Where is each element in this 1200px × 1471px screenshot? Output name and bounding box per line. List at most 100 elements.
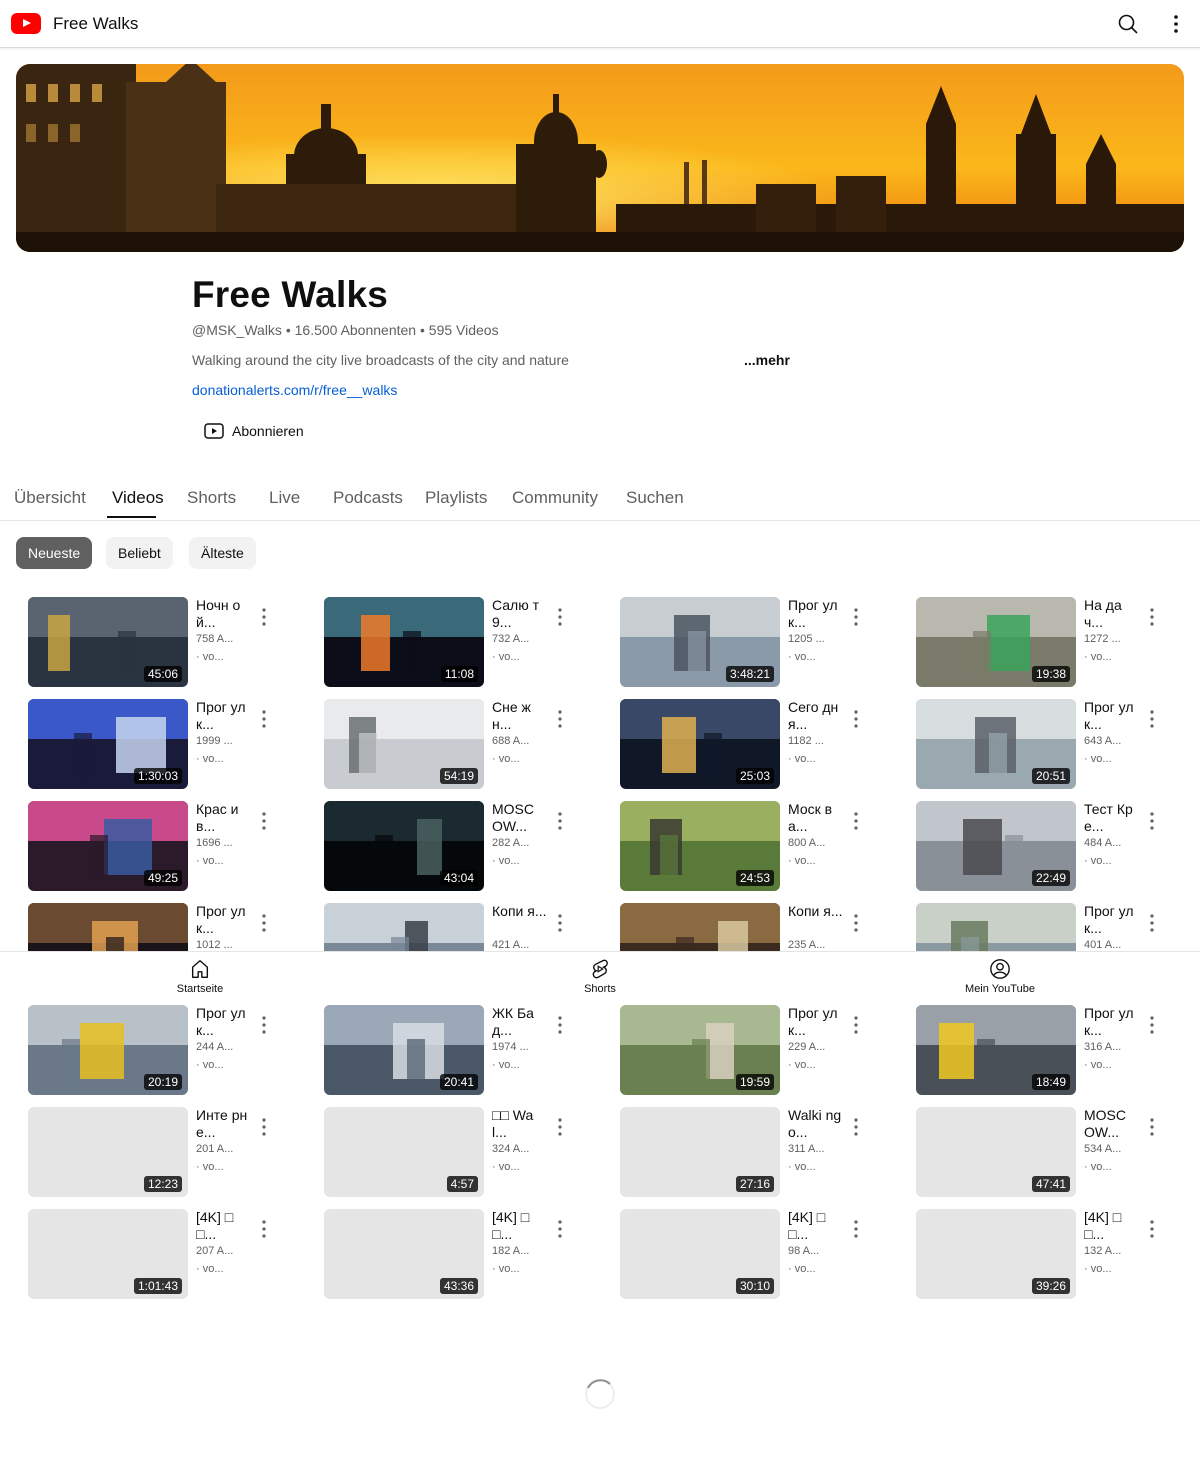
video-thumbnail[interactable]: 20:51 — [916, 699, 1076, 789]
video-thumbnail[interactable]: 54:19 — [324, 699, 484, 789]
video-title[interactable]: Копи я... — [788, 903, 844, 939]
video-card[interactable]: 54:19 Сне жн... 688 A... · vo... — [324, 699, 604, 791]
video-more-icon[interactable] — [260, 607, 268, 627]
video-card[interactable]: 4:57 □□ Wal... 324 A... · vo... — [324, 1107, 604, 1199]
video-card[interactable]: 11:08 Салю т 9... 732 A... · vo... — [324, 597, 604, 689]
video-card[interactable]: 22:49 Тест Кре... 484 A... · vo... — [916, 801, 1196, 893]
video-thumbnail[interactable]: 47:41 — [916, 1107, 1076, 1197]
video-title[interactable]: Тест Кре... — [1084, 801, 1140, 837]
tab-overview[interactable]: Übersicht — [14, 488, 86, 508]
video-card[interactable]: Прог улк... 1012 ... — [28, 903, 308, 951]
video-more-icon[interactable] — [852, 1219, 860, 1239]
video-more-icon[interactable] — [1148, 1117, 1156, 1137]
video-title[interactable]: На дач... — [1084, 597, 1140, 633]
chip-oldest[interactable]: Älteste — [189, 537, 256, 569]
video-more-icon[interactable] — [556, 1015, 564, 1035]
video-thumbnail[interactable]: 24:53 — [620, 801, 780, 891]
nav-home[interactable]: Startseite — [100, 958, 300, 995]
video-title[interactable]: Прог улк... — [196, 903, 252, 939]
video-title[interactable]: Прог улк... — [1084, 903, 1140, 939]
video-card[interactable]: 43:36 [4K] □□... 182 A... · vo... — [324, 1209, 604, 1301]
video-more-icon[interactable] — [260, 1117, 268, 1137]
video-card[interactable]: 3:48:21 Прог улк... 1205 ... · vo... — [620, 597, 900, 689]
video-card[interactable]: 1:30:03 Прог улк... 1999 ... · vo... — [28, 699, 308, 791]
video-title[interactable]: Прог улк... — [788, 1005, 844, 1041]
chip-newest[interactable]: Neueste — [16, 537, 93, 569]
video-thumbnail[interactable]: 3:48:21 — [620, 597, 780, 687]
video-more-icon[interactable] — [556, 811, 564, 831]
video-title[interactable]: [4K] □□... — [788, 1209, 844, 1245]
video-card[interactable]: 43:04 MOSC OW... 282 A... · vo... — [324, 801, 604, 893]
video-card[interactable]: 18:49 Прог улк... 316 A... · vo... — [916, 1005, 1196, 1097]
video-thumbnail[interactable]: 39:26 — [916, 1209, 1076, 1299]
video-more-icon[interactable] — [852, 1117, 860, 1137]
video-thumbnail[interactable]: 22:49 — [916, 801, 1076, 891]
video-title[interactable]: Сего дня... — [788, 699, 844, 735]
video-more-icon[interactable] — [556, 1117, 564, 1137]
video-card[interactable]: 12:23 Инте рне... 201 A... · vo... — [28, 1107, 308, 1199]
tab-community[interactable]: Community — [512, 488, 598, 508]
video-more-icon[interactable] — [1148, 1219, 1156, 1239]
video-title[interactable]: Прог улк... — [1084, 699, 1140, 735]
more-vertical-icon[interactable] — [1164, 12, 1188, 36]
video-thumbnail[interactable]: 20:41 — [324, 1005, 484, 1095]
video-more-icon[interactable] — [260, 1219, 268, 1239]
video-thumbnail[interactable] — [324, 903, 484, 951]
video-title[interactable]: Прог улк... — [788, 597, 844, 633]
video-title[interactable]: ЖК Бад... — [492, 1005, 548, 1041]
video-card[interactable]: 24:53 Моск ва... 800 A... · vo... — [620, 801, 900, 893]
video-thumbnail[interactable]: 19:38 — [916, 597, 1076, 687]
video-title[interactable]: [4K] □□... — [196, 1209, 252, 1245]
video-card[interactable]: 47:41 MOSC OW... 534 A... · vo... — [916, 1107, 1196, 1199]
video-title[interactable]: Прог улк... — [196, 1005, 252, 1041]
video-title[interactable]: MOSC OW... — [1084, 1107, 1140, 1143]
video-thumbnail[interactable]: 27:16 — [620, 1107, 780, 1197]
video-title[interactable]: Инте рне... — [196, 1107, 252, 1143]
video-title[interactable]: □□ Wal... — [492, 1107, 548, 1143]
video-more-icon[interactable] — [556, 1219, 564, 1239]
video-more-icon[interactable] — [852, 607, 860, 627]
description-more-link[interactable]: ...mehr — [744, 352, 790, 368]
video-card[interactable]: Копи я... 235 A... — [620, 903, 900, 951]
video-title[interactable]: Сне жн... — [492, 699, 548, 735]
video-thumbnail[interactable]: 43:36 — [324, 1209, 484, 1299]
video-thumbnail[interactable]: 1:30:03 — [28, 699, 188, 789]
tab-podcasts[interactable]: Podcasts — [333, 488, 403, 508]
subscribe-button[interactable]: Abonnieren — [192, 414, 316, 448]
video-card[interactable]: 27:16 Walki ng o... 311 A... · vo... — [620, 1107, 900, 1199]
youtube-logo-icon[interactable] — [11, 13, 41, 34]
video-more-icon[interactable] — [1148, 811, 1156, 831]
chip-popular[interactable]: Beliebt — [106, 537, 173, 569]
video-title[interactable]: Ночн ой... — [196, 597, 252, 633]
video-title[interactable]: [4K] □□... — [492, 1209, 548, 1245]
video-card[interactable]: 30:10 [4K] □□... 98 A... · vo... — [620, 1209, 900, 1301]
tab-playlists[interactable]: Playlists — [425, 488, 487, 508]
video-more-icon[interactable] — [556, 607, 564, 627]
video-more-icon[interactable] — [556, 709, 564, 729]
video-card[interactable]: 49:25 Крас ив... 1696 ... · vo... — [28, 801, 308, 893]
video-title[interactable]: Прог улк... — [1084, 1005, 1140, 1041]
video-thumbnail[interactable]: 43:04 — [324, 801, 484, 891]
video-card[interactable]: Копи я... 421 A... — [324, 903, 604, 951]
video-more-icon[interactable] — [556, 913, 564, 933]
video-thumbnail[interactable]: 11:08 — [324, 597, 484, 687]
video-thumbnail[interactable] — [916, 903, 1076, 951]
video-more-icon[interactable] — [260, 913, 268, 933]
video-card[interactable]: 45:06 Ночн ой... 758 A... · vo... — [28, 597, 308, 689]
video-more-icon[interactable] — [260, 811, 268, 831]
video-card[interactable]: Прог улк... 401 A... — [916, 903, 1196, 951]
video-thumbnail[interactable]: 1:01:43 — [28, 1209, 188, 1299]
video-card[interactable]: 20:41 ЖК Бад... 1974 ... · vo... — [324, 1005, 604, 1097]
tab-shorts[interactable]: Shorts — [187, 488, 236, 508]
video-card[interactable]: 1:01:43 [4K] □□... 207 A... · vo... — [28, 1209, 308, 1301]
video-title[interactable]: Салю т 9... — [492, 597, 548, 633]
video-more-icon[interactable] — [1148, 709, 1156, 729]
video-thumbnail[interactable]: 19:59 — [620, 1005, 780, 1095]
video-more-icon[interactable] — [1148, 1015, 1156, 1035]
video-card[interactable]: 20:19 Прог улк... 244 A... · vo... — [28, 1005, 308, 1097]
video-more-icon[interactable] — [260, 709, 268, 729]
video-title[interactable]: MOSC OW... — [492, 801, 548, 837]
tab-search[interactable]: Suchen — [626, 488, 684, 508]
video-title[interactable]: Walki ng o... — [788, 1107, 844, 1143]
video-thumbnail[interactable]: 30:10 — [620, 1209, 780, 1299]
